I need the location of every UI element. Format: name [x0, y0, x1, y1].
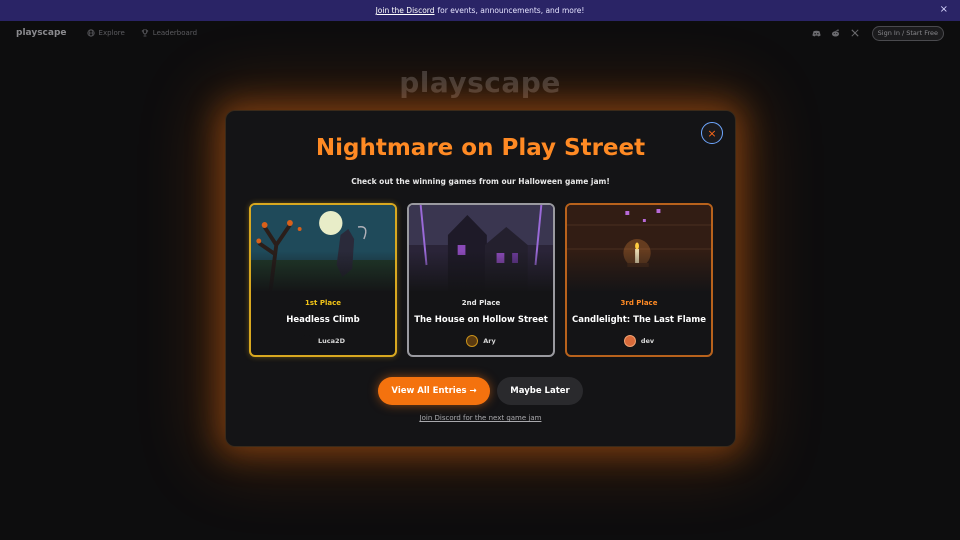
- avatar: [623, 335, 636, 347]
- card-game-title: Headless Climb: [286, 315, 360, 325]
- nav-item-label: Explore: [98, 29, 125, 37]
- view-all-entries-button[interactable]: View All Entries →: [378, 377, 490, 405]
- banner-text: for events, announcements, and more!: [437, 6, 585, 15]
- trophy-icon: [141, 29, 148, 37]
- card-game-title: Candlelight: The Last Flame: [571, 315, 707, 325]
- discord-banner-link[interactable]: Join the Discord: [376, 6, 435, 15]
- nav-right: Sign In / Start Free: [803, 25, 944, 41]
- maybe-later-button[interactable]: Maybe Later: [497, 377, 583, 405]
- author-name: dev: [640, 337, 655, 345]
- x-icon[interactable]: [850, 28, 860, 38]
- thumbnail-fade: [251, 251, 395, 293]
- top-nav: playscape Explore Leaderboard Sign In / …: [0, 21, 960, 45]
- announcement-banner: Join the Discord for events, announcemen…: [0, 0, 960, 21]
- winner-cards: 1st Place Headless Climb Luca2D 2nd Plac…: [249, 203, 713, 357]
- game-jam-modal: × Nightmare on Play Street Check out the…: [225, 110, 736, 447]
- modal-title: Nightmare on Play Street: [315, 135, 646, 161]
- avatar: [301, 335, 314, 347]
- avatar: [466, 335, 479, 347]
- nav-item-explore[interactable]: Explore: [86, 29, 125, 37]
- card-author: Ary: [409, 335, 553, 347]
- winner-card-1[interactable]: 1st Place Headless Climb Luca2D: [249, 203, 397, 357]
- card-place: 2nd Place: [461, 299, 501, 307]
- winner-card-3[interactable]: 3rd Place Candlelight: The Last Flame de…: [565, 203, 713, 357]
- modal-subtitle: Check out the winning games from our Hal…: [351, 177, 610, 186]
- card-game-title: The House on Hollow Street: [414, 315, 548, 325]
- discord-icon[interactable]: [812, 28, 822, 38]
- nav-item-label: Leaderboard: [152, 29, 198, 37]
- card-place: 3rd Place: [620, 299, 658, 307]
- globe-icon: [86, 29, 95, 37]
- join-discord-link[interactable]: Join Discord for the next game jam: [226, 414, 735, 422]
- thumbnail-fade: [409, 251, 553, 293]
- card-author: dev: [567, 335, 711, 347]
- nav-logo[interactable]: playscape: [16, 28, 67, 38]
- banner-close-button[interactable]: ×: [940, 4, 948, 15]
- author-name: Luca2D: [318, 337, 345, 345]
- card-author: Luca2D: [251, 335, 395, 347]
- winner-card-2[interactable]: 2nd Place The House on Hollow Street Ary: [407, 203, 555, 357]
- author-name: Ary: [483, 337, 496, 345]
- thumbnail-fade: [567, 251, 711, 293]
- reddit-icon[interactable]: [831, 28, 841, 38]
- nav-item-leaderboard[interactable]: Leaderboard: [141, 29, 197, 37]
- sign-in-button[interactable]: Sign In / Start Free: [871, 25, 944, 41]
- card-place: 1st Place: [305, 299, 341, 307]
- background-logo: playscape: [399, 66, 561, 99]
